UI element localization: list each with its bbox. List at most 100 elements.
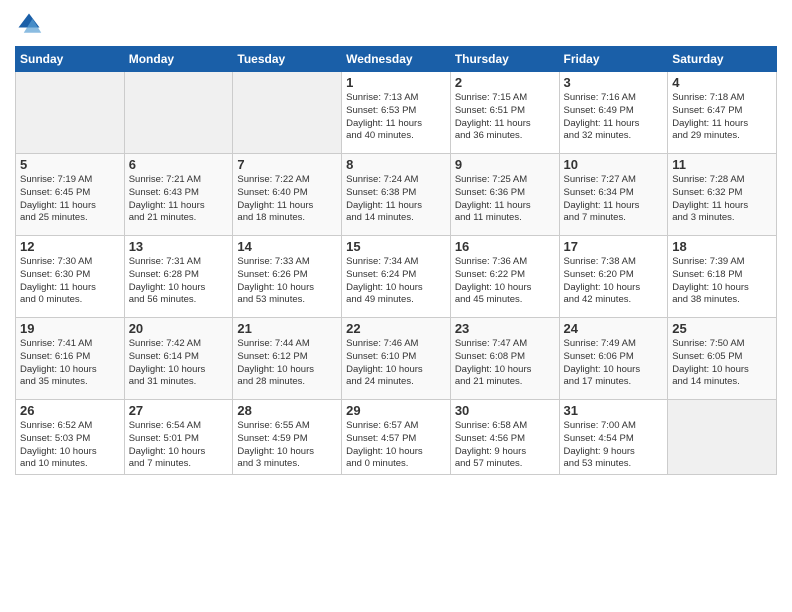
- calendar-cell: 4 Sunrise: 7:18 AM Sunset: 6:47 PM Daylig…: [668, 72, 777, 154]
- day-info: Sunrise: 7:50 AM Sunset: 6:05 PM Dayligh…: [672, 338, 772, 389]
- day-number: 10: [564, 157, 664, 172]
- day-info: Sunrise: 7:41 AM Sunset: 6:16 PM Dayligh…: [20, 338, 120, 389]
- calendar-cell: 18 Sunrise: 7:39 AM Sunset: 6:18 PM Dayli…: [668, 236, 777, 318]
- day-info: Sunrise: 6:57 AM Sunset: 4:57 PM Dayligh…: [346, 420, 446, 471]
- weekday-header-saturday: Saturday: [668, 47, 777, 72]
- day-number: 2: [455, 75, 555, 90]
- day-info: Sunrise: 7:19 AM Sunset: 6:45 PM Dayligh…: [20, 174, 120, 225]
- day-number: 9: [455, 157, 555, 172]
- calendar-cell: 29Sunrise: 6:57 AM Sunset: 4:57 PM Dayli…: [342, 400, 451, 475]
- day-number: 16: [455, 239, 555, 254]
- calendar-cell: 20 Sunrise: 7:42 AM Sunset: 6:14 PM Dayli…: [124, 318, 233, 400]
- calendar-cell: 25 Sunrise: 7:50 AM Sunset: 6:05 PM Dayli…: [668, 318, 777, 400]
- logo: [15, 10, 47, 38]
- calendar-cell: 14 Sunrise: 7:33 AM Sunset: 6:26 PM Dayli…: [233, 236, 342, 318]
- calendar-cell: [124, 72, 233, 154]
- day-number: 8: [346, 157, 446, 172]
- day-info: Sunrise: 6:52 AM Sunset: 5:03 PM Dayligh…: [20, 420, 120, 471]
- day-number: 23: [455, 321, 555, 336]
- day-info: Sunrise: 7:42 AM Sunset: 6:14 PM Dayligh…: [129, 338, 229, 389]
- day-number: 14: [237, 239, 337, 254]
- day-info: Sunrise: 6:54 AM Sunset: 5:01 PM Dayligh…: [129, 420, 229, 471]
- calendar-cell: 7 Sunrise: 7:22 AM Sunset: 6:40 PM Daylig…: [233, 154, 342, 236]
- day-info: Sunrise: 7:30 AM Sunset: 6:30 PM Dayligh…: [20, 256, 120, 307]
- day-info: Sunrise: 7:49 AM Sunset: 6:06 PM Dayligh…: [564, 338, 664, 389]
- weekday-header-monday: Monday: [124, 47, 233, 72]
- day-number: 22: [346, 321, 446, 336]
- calendar-cell: 1 Sunrise: 7:13 AM Sunset: 6:53 PM Daylig…: [342, 72, 451, 154]
- day-info: Sunrise: 7:36 AM Sunset: 6:22 PM Dayligh…: [455, 256, 555, 307]
- calendar-cell: 2 Sunrise: 7:15 AM Sunset: 6:51 PM Daylig…: [450, 72, 559, 154]
- weekday-header-row: SundayMondayTuesdayWednesdayThursdayFrid…: [16, 47, 777, 72]
- calendar-cell: 5 Sunrise: 7:19 AM Sunset: 6:45 PM Daylig…: [16, 154, 125, 236]
- day-number: 28: [237, 403, 337, 418]
- calendar-cell: 11Sunrise: 7:28 AM Sunset: 6:32 PM Dayli…: [668, 154, 777, 236]
- day-number: 18: [672, 239, 772, 254]
- day-number: 21: [237, 321, 337, 336]
- day-number: 30: [455, 403, 555, 418]
- calendar-cell: 19 Sunrise: 7:41 AM Sunset: 6:16 PM Dayli…: [16, 318, 125, 400]
- calendar-cell: [668, 400, 777, 475]
- calendar-cell: 9 Sunrise: 7:25 AM Sunset: 6:36 PM Daylig…: [450, 154, 559, 236]
- calendar-cell: 12Sunrise: 7:30 AM Sunset: 6:30 PM Dayli…: [16, 236, 125, 318]
- day-number: 5: [20, 157, 120, 172]
- day-number: 1: [346, 75, 446, 90]
- day-info: Sunrise: 6:58 AM Sunset: 4:56 PM Dayligh…: [455, 420, 555, 471]
- day-number: 17: [564, 239, 664, 254]
- calendar-week-row: 12Sunrise: 7:30 AM Sunset: 6:30 PM Dayli…: [16, 236, 777, 318]
- calendar-cell: 16 Sunrise: 7:36 AM Sunset: 6:22 PM Dayli…: [450, 236, 559, 318]
- day-info: Sunrise: 7:22 AM Sunset: 6:40 PM Dayligh…: [237, 174, 337, 225]
- day-number: 19: [20, 321, 120, 336]
- day-info: Sunrise: 7:18 AM Sunset: 6:47 PM Dayligh…: [672, 92, 772, 143]
- calendar-cell: 6Sunrise: 7:21 AM Sunset: 6:43 PM Daylig…: [124, 154, 233, 236]
- day-info: Sunrise: 7:15 AM Sunset: 6:51 PM Dayligh…: [455, 92, 555, 143]
- calendar-cell: [233, 72, 342, 154]
- day-info: Sunrise: 7:13 AM Sunset: 6:53 PM Dayligh…: [346, 92, 446, 143]
- day-number: 31: [564, 403, 664, 418]
- day-info: Sunrise: 7:00 AM Sunset: 4:54 PM Dayligh…: [564, 420, 664, 471]
- day-number: 6: [129, 157, 229, 172]
- day-info: Sunrise: 7:34 AM Sunset: 6:24 PM Dayligh…: [346, 256, 446, 307]
- day-info: Sunrise: 7:31 AM Sunset: 6:28 PM Dayligh…: [129, 256, 229, 307]
- day-info: Sunrise: 6:55 AM Sunset: 4:59 PM Dayligh…: [237, 420, 337, 471]
- day-number: 26: [20, 403, 120, 418]
- weekday-header-sunday: Sunday: [16, 47, 125, 72]
- page: SundayMondayTuesdayWednesdayThursdayFrid…: [0, 0, 792, 612]
- day-info: Sunrise: 7:16 AM Sunset: 6:49 PM Dayligh…: [564, 92, 664, 143]
- calendar-cell: 15Sunrise: 7:34 AM Sunset: 6:24 PM Dayli…: [342, 236, 451, 318]
- calendar-cell: 3 Sunrise: 7:16 AM Sunset: 6:49 PM Daylig…: [559, 72, 668, 154]
- day-number: 11: [672, 157, 772, 172]
- calendar-header: SundayMondayTuesdayWednesdayThursdayFrid…: [16, 47, 777, 72]
- calendar-cell: 21Sunrise: 7:44 AM Sunset: 6:12 PM Dayli…: [233, 318, 342, 400]
- day-info: Sunrise: 7:25 AM Sunset: 6:36 PM Dayligh…: [455, 174, 555, 225]
- day-number: 3: [564, 75, 664, 90]
- day-number: 20: [129, 321, 229, 336]
- day-number: 24: [564, 321, 664, 336]
- calendar-cell: 30 Sunrise: 6:58 AM Sunset: 4:56 PM Dayli…: [450, 400, 559, 475]
- weekday-header-friday: Friday: [559, 47, 668, 72]
- day-info: Sunrise: 7:47 AM Sunset: 6:08 PM Dayligh…: [455, 338, 555, 389]
- calendar-body: 1 Sunrise: 7:13 AM Sunset: 6:53 PM Daylig…: [16, 72, 777, 475]
- calendar-week-row: 5 Sunrise: 7:19 AM Sunset: 6:45 PM Daylig…: [16, 154, 777, 236]
- day-number: 7: [237, 157, 337, 172]
- day-info: Sunrise: 7:39 AM Sunset: 6:18 PM Dayligh…: [672, 256, 772, 307]
- weekday-header-thursday: Thursday: [450, 47, 559, 72]
- calendar-cell: 10 Sunrise: 7:27 AM Sunset: 6:34 PM Dayli…: [559, 154, 668, 236]
- calendar-cell: [16, 72, 125, 154]
- day-info: Sunrise: 7:33 AM Sunset: 6:26 PM Dayligh…: [237, 256, 337, 307]
- day-info: Sunrise: 7:27 AM Sunset: 6:34 PM Dayligh…: [564, 174, 664, 225]
- day-number: 27: [129, 403, 229, 418]
- calendar-cell: 24 Sunrise: 7:49 AM Sunset: 6:06 PM Dayli…: [559, 318, 668, 400]
- calendar-cell: 8Sunrise: 7:24 AM Sunset: 6:38 PM Daylig…: [342, 154, 451, 236]
- logo-icon: [15, 10, 43, 38]
- day-info: Sunrise: 7:38 AM Sunset: 6:20 PM Dayligh…: [564, 256, 664, 307]
- calendar-week-row: 1 Sunrise: 7:13 AM Sunset: 6:53 PM Daylig…: [16, 72, 777, 154]
- day-number: 4: [672, 75, 772, 90]
- day-number: 25: [672, 321, 772, 336]
- calendar-cell: 22 Sunrise: 7:46 AM Sunset: 6:10 PM Dayli…: [342, 318, 451, 400]
- day-info: Sunrise: 7:46 AM Sunset: 6:10 PM Dayligh…: [346, 338, 446, 389]
- calendar-cell: 17 Sunrise: 7:38 AM Sunset: 6:20 PM Dayli…: [559, 236, 668, 318]
- calendar-cell: 31 Sunrise: 7:00 AM Sunset: 4:54 PM Dayli…: [559, 400, 668, 475]
- calendar-table: SundayMondayTuesdayWednesdayThursdayFrid…: [15, 46, 777, 475]
- calendar-cell: 28 Sunrise: 6:55 AM Sunset: 4:59 PM Dayli…: [233, 400, 342, 475]
